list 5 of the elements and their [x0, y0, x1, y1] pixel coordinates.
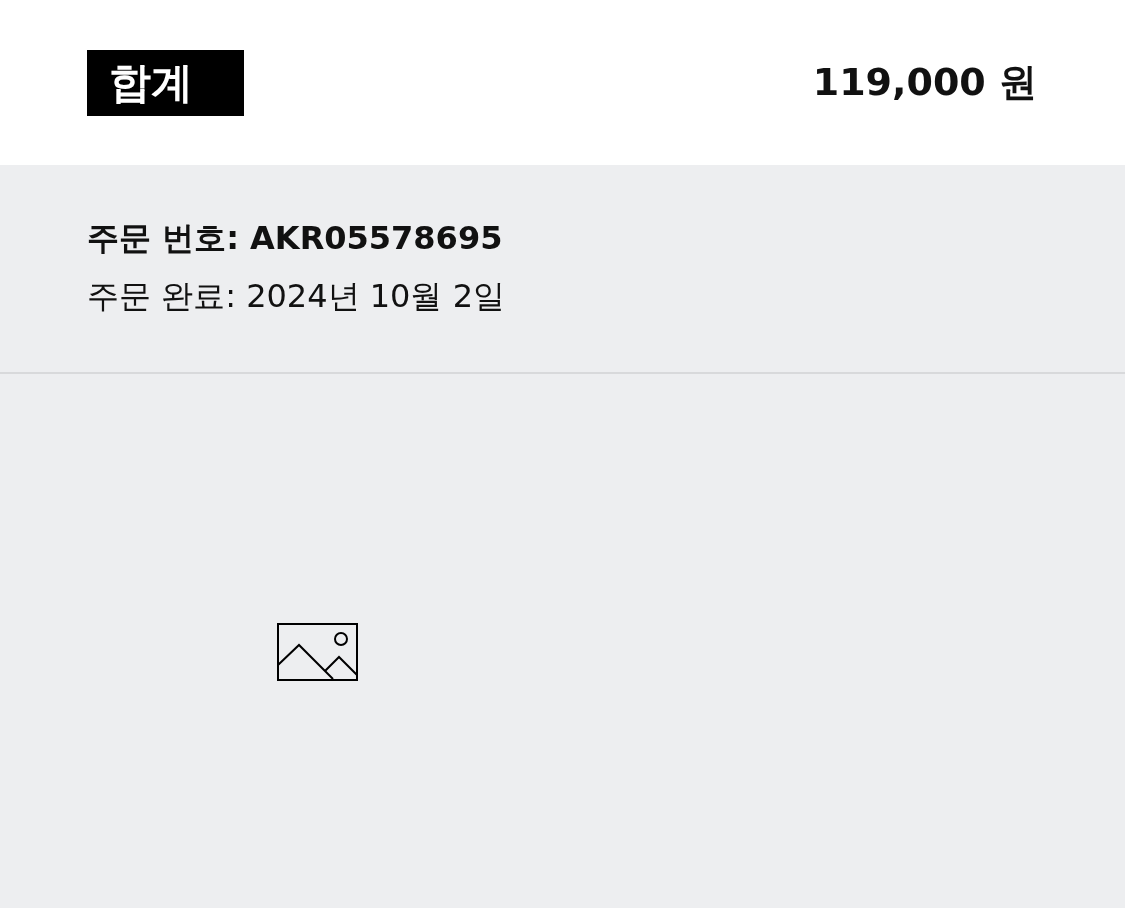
order-number: 주문 번호: AKR05578695 — [87, 218, 504, 259]
order-date: 주문 완료: 2024년 10월 2일 — [87, 276, 506, 317]
total-amount: 119,000 원 — [812, 59, 1037, 106]
total-label: 합계 — [87, 49, 244, 116]
image-placeholder-icon — [277, 623, 358, 681]
